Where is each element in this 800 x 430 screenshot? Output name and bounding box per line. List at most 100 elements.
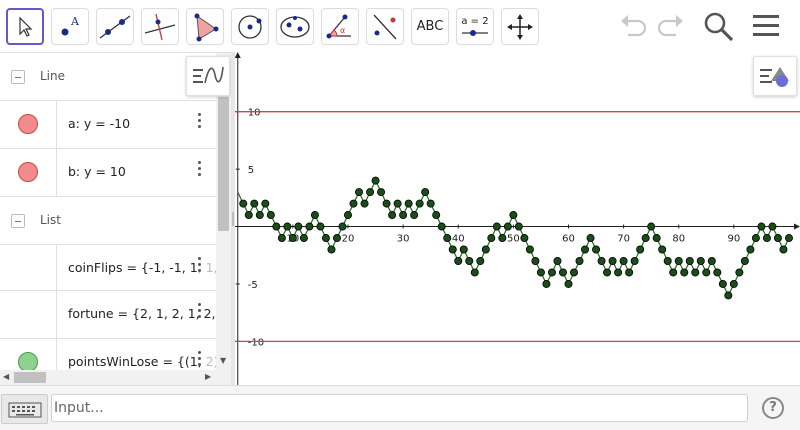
algebra-row-coinflips[interactable]: coinFlips = {-1, -1, 1, 1, bbox=[0, 245, 218, 293]
walk-point bbox=[514, 222, 523, 231]
walk-point bbox=[536, 268, 545, 277]
walk-point bbox=[658, 245, 667, 254]
scroll-right-arrow-icon[interactable]: ▶ bbox=[205, 372, 211, 381]
walk-point bbox=[547, 268, 556, 277]
walk-point bbox=[349, 199, 358, 208]
angle-icon: α bbox=[326, 14, 351, 38]
more-options-icon[interactable] bbox=[197, 257, 203, 277]
style-bar-icon bbox=[193, 66, 224, 84]
walk-point bbox=[288, 234, 297, 243]
graphics-view[interactable]: 1020304050607080900-10-5510 bbox=[235, 52, 800, 385]
reflect-tool-button[interactable] bbox=[366, 8, 404, 45]
more-options-icon[interactable] bbox=[197, 303, 203, 323]
walk-point bbox=[399, 211, 408, 220]
walk-point bbox=[355, 188, 364, 197]
walk-point bbox=[641, 234, 650, 243]
more-options-icon[interactable] bbox=[197, 351, 203, 370]
walk-point bbox=[740, 256, 749, 265]
text-tool-button[interactable]: ABC bbox=[411, 8, 449, 45]
walk-point bbox=[327, 245, 336, 254]
walk-point bbox=[608, 256, 617, 265]
ellipse-icon bbox=[280, 15, 310, 38]
line-tool-button[interactable] bbox=[96, 8, 134, 45]
redo-button[interactable] bbox=[654, 10, 686, 46]
walk-point bbox=[255, 211, 264, 220]
x-tick-label: 80 bbox=[672, 234, 685, 245]
walk-point bbox=[663, 256, 672, 265]
graphics-style-bar-button[interactable] bbox=[753, 56, 797, 96]
angle-tool-button[interactable]: α bbox=[321, 8, 359, 45]
algebra-expression[interactable]: fortune = {2, 1, 2, 1, 2, 1 bbox=[68, 306, 227, 321]
algebra-input-field[interactable] bbox=[51, 394, 748, 422]
walk-point bbox=[448, 245, 457, 254]
walk-point bbox=[404, 199, 413, 208]
walk-point bbox=[669, 268, 678, 277]
walk-point bbox=[586, 234, 595, 243]
algebra-row-fortune[interactable]: fortune = {2, 1, 2, 1, 2, 1 bbox=[0, 291, 227, 339]
walk-point bbox=[680, 268, 689, 277]
walk-point bbox=[454, 256, 463, 265]
horizontal-scrollbar-thumb[interactable] bbox=[14, 372, 46, 383]
algebra-expression[interactable]: coinFlips = {-1, -1, 1, 1, bbox=[68, 260, 218, 275]
algebra-row-pointswinlose[interactable]: pointsWinLose = {(1, 2), bbox=[0, 339, 222, 370]
walk-point bbox=[426, 199, 435, 208]
walk-point bbox=[614, 268, 623, 277]
more-options-icon[interactable] bbox=[197, 113, 203, 133]
scroll-left-arrow-icon[interactable]: ◀ bbox=[3, 372, 9, 381]
help-icon: ? bbox=[769, 400, 777, 415]
conic-tool-button[interactable] bbox=[276, 8, 314, 45]
algebra-style-bar-button[interactable] bbox=[186, 56, 230, 96]
keyboard-button[interactable] bbox=[1, 394, 48, 424]
keyboard-icon bbox=[8, 402, 42, 418]
walk-point bbox=[443, 234, 452, 243]
walk-point bbox=[272, 222, 281, 231]
algebra-row-a[interactable]: a: y = -10 bbox=[0, 101, 216, 149]
y-tick-label: -5 bbox=[248, 280, 258, 291]
algebra-expression[interactable]: b: y = 10 bbox=[68, 164, 126, 179]
redo-icon bbox=[657, 15, 683, 37]
arrow-cursor-icon bbox=[19, 16, 33, 37]
walk-point bbox=[542, 279, 551, 288]
walk-point bbox=[366, 188, 375, 197]
visibility-toggle-icon[interactable] bbox=[18, 162, 38, 182]
move-tool-button[interactable] bbox=[6, 8, 44, 45]
algebra-expression[interactable]: a: y = -10 bbox=[68, 116, 130, 131]
visibility-toggle-icon[interactable] bbox=[18, 114, 38, 134]
walk-point bbox=[310, 211, 319, 220]
y-tick-label: 10 bbox=[248, 108, 261, 119]
slider-tool-button[interactable]: a = 2 bbox=[456, 8, 494, 45]
walk-point bbox=[751, 234, 760, 243]
x-tick-label: 90 bbox=[727, 234, 740, 245]
svg-text:A: A bbox=[70, 15, 80, 28]
circle-tool-button[interactable] bbox=[231, 8, 269, 45]
perpendicular-line-tool-button[interactable] bbox=[141, 8, 179, 45]
walk-point bbox=[564, 279, 573, 288]
menu-button[interactable] bbox=[750, 10, 782, 46]
more-options-icon[interactable] bbox=[197, 161, 203, 181]
walk-point bbox=[481, 245, 490, 254]
search-button[interactable] bbox=[702, 10, 736, 46]
group-header-list[interactable]: List bbox=[0, 197, 231, 245]
undo-button[interactable] bbox=[618, 10, 650, 46]
visibility-toggle-icon[interactable] bbox=[18, 352, 38, 370]
vertical-scrollbar-thumb[interactable] bbox=[218, 97, 229, 231]
move-view-tool-button[interactable] bbox=[501, 8, 539, 45]
walk-point bbox=[415, 199, 424, 208]
polygon-tool-button[interactable] bbox=[186, 8, 224, 45]
x-tick-label: 70 bbox=[617, 234, 630, 245]
algebra-row-b[interactable]: b: y = 10 bbox=[0, 149, 216, 197]
menu-icon bbox=[753, 15, 779, 36]
walk-point bbox=[685, 256, 694, 265]
collapse-icon[interactable] bbox=[11, 70, 25, 84]
reflect-icon bbox=[373, 14, 397, 39]
walk-point bbox=[239, 199, 248, 208]
help-button[interactable]: ? bbox=[762, 397, 784, 419]
point-tool-button[interactable]: A bbox=[51, 8, 89, 45]
collapse-icon[interactable] bbox=[11, 214, 25, 228]
scroll-down-arrow-icon[interactable]: ▼ bbox=[220, 356, 226, 365]
walk-point bbox=[581, 245, 590, 254]
plot-canvas[interactable]: 1020304050607080900-10-5510 bbox=[235, 52, 800, 385]
search-icon bbox=[704, 12, 734, 42]
y-tick-label: 5 bbox=[248, 165, 254, 176]
walk-point bbox=[525, 245, 534, 254]
